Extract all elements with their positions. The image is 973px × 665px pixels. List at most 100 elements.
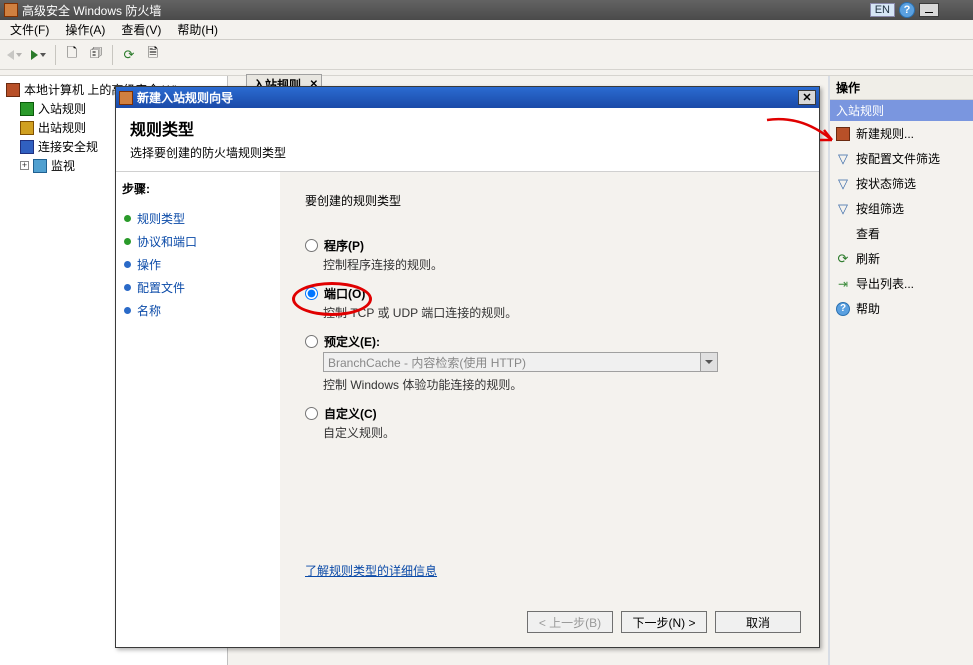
monitor-icon: [33, 159, 47, 173]
main-titlebar: 高级安全 Windows 防火墙 EN ?: [0, 0, 973, 20]
step-rule-type[interactable]: 规则类型: [122, 207, 274, 230]
dialog-close-button[interactable]: ✕: [798, 90, 816, 105]
toolbar-icon-3[interactable]: 🗎: [142, 44, 164, 66]
firewall-icon: [6, 83, 20, 97]
wizard-steps: 步骤: 规则类型 协议和端口 操作 配置文件 名称: [116, 172, 281, 647]
option-predefined[interactable]: 预定义(E):: [305, 333, 795, 350]
filter-icon: ▽: [836, 202, 850, 216]
toolbar-icon-1[interactable]: 🗋: [61, 44, 83, 66]
actions-section: 入站规则: [830, 100, 973, 121]
menu-help[interactable]: 帮助(H): [169, 19, 226, 40]
filter-icon: ▽: [836, 152, 850, 166]
option-custom[interactable]: 自定义(C): [305, 405, 795, 422]
radio-custom[interactable]: [305, 407, 318, 420]
action-export-label: 导出列表...: [856, 275, 914, 292]
option-program[interactable]: 程序(P): [305, 237, 795, 254]
actions-header: 操作: [830, 76, 973, 100]
dialog-heading: 规则类型: [130, 116, 805, 140]
dropdown-icon: [700, 353, 717, 371]
minimize-button[interactable]: [919, 3, 939, 17]
export-icon: ⇥: [836, 277, 850, 291]
step-action[interactable]: 操作: [122, 253, 274, 276]
inbound-icon: [20, 102, 34, 116]
action-filter-profile-label: 按配置文件筛选: [856, 150, 940, 167]
step-rule-type-label: 规则类型: [137, 210, 185, 227]
help-icon[interactable]: ?: [899, 2, 915, 18]
menu-view[interactable]: 查看(V): [113, 19, 169, 40]
option-port[interactable]: 端口(O): [305, 285, 795, 302]
firewall-app-icon: [4, 3, 18, 17]
step-protocol-ports[interactable]: 协议和端口: [122, 230, 274, 253]
outbound-icon: [20, 121, 34, 135]
wizard-buttons: < 上一步(B) 下一步(N) > 取消: [527, 611, 801, 633]
menu-file[interactable]: 文件(F): [2, 19, 57, 40]
option-custom-label: 自定义(C): [324, 405, 377, 422]
refresh-icon: ⟳: [836, 252, 850, 266]
option-program-label: 程序(P): [324, 237, 364, 254]
action-filter-state-label: 按状态筛选: [856, 175, 916, 192]
step-name-label: 名称: [137, 302, 161, 319]
action-new-rule-label: 新建规则...: [856, 125, 914, 142]
wizard-content: 要创建的规则类型 程序(P) 控制程序连接的规则。 端口(O) 控制 TCP 或…: [281, 172, 819, 647]
toolbar: 🗋 🗊 ⟳ 🗎: [0, 40, 973, 70]
tree-outbound-label: 出站规则: [38, 119, 86, 136]
step-profile-label: 配置文件: [137, 279, 185, 296]
nav-forward-button[interactable]: [28, 44, 50, 66]
back-button: < 上一步(B): [527, 611, 613, 633]
action-view-label: 查看: [856, 225, 880, 242]
expand-icon[interactable]: +: [20, 161, 29, 170]
step-action-label: 操作: [137, 256, 161, 273]
new-inbound-rule-wizard: 新建入站规则向导 ✕ 规则类型 选择要创建的防火墙规则类型 步骤: 规则类型 协…: [115, 86, 820, 648]
action-help[interactable]: ? 帮助: [830, 296, 973, 321]
action-filter-profile[interactable]: ▽ 按配置文件筛选: [830, 146, 973, 171]
radio-predefined[interactable]: [305, 335, 318, 348]
help-icon: ?: [836, 302, 850, 316]
action-export[interactable]: ⇥ 导出列表...: [830, 271, 973, 296]
predefined-select-value: BranchCache - 内容检索(使用 HTTP): [328, 354, 526, 371]
action-filter-group-label: 按组筛选: [856, 200, 904, 217]
tree-inbound-label: 入站规则: [38, 100, 86, 117]
tree-connsec-label: 连接安全规: [38, 138, 98, 155]
filter-icon: ▽: [836, 177, 850, 191]
next-button[interactable]: 下一步(N) >: [621, 611, 707, 633]
tree-monitor-label: 监视: [51, 157, 75, 174]
menubar: 文件(F) 操作(A) 查看(V) 帮助(H): [0, 20, 973, 40]
steps-header: 步骤:: [122, 180, 274, 197]
actions-pane: 操作 入站规则 新建规则... ▽ 按配置文件筛选 ▽ 按状态筛选 ▽ 按组筛选…: [828, 76, 973, 665]
step-protocol-label: 协议和端口: [137, 233, 197, 250]
dialog-subheading: 选择要创建的防火墙规则类型: [130, 144, 805, 161]
wizard-question: 要创建的规则类型: [305, 192, 795, 209]
dialog-header: 规则类型 选择要创建的防火墙规则类型: [116, 108, 819, 172]
new-rule-icon: [836, 127, 850, 141]
radio-port[interactable]: [305, 287, 318, 300]
option-port-label: 端口(O): [324, 285, 365, 302]
cancel-button[interactable]: 取消: [715, 611, 801, 633]
toolbar-icon-2[interactable]: 🗊: [85, 44, 107, 66]
action-refresh[interactable]: ⟳ 刷新: [830, 246, 973, 271]
dialog-titlebar[interactable]: 新建入站规则向导 ✕: [116, 87, 819, 108]
action-help-label: 帮助: [856, 300, 880, 317]
action-filter-state[interactable]: ▽ 按状态筛选: [830, 171, 973, 196]
learn-more-link[interactable]: 了解规则类型的详细信息: [305, 562, 437, 579]
option-port-desc: 控制 TCP 或 UDP 端口连接的规则。: [323, 304, 795, 321]
main-title: 高级安全 Windows 防火墙: [22, 2, 161, 19]
option-predefined-desc: 控制 Windows 体验功能连接的规则。: [323, 376, 795, 393]
dialog-title: 新建入站规则向导: [137, 89, 233, 106]
option-custom-desc: 自定义规则。: [323, 424, 795, 441]
action-filter-group[interactable]: ▽ 按组筛选: [830, 196, 973, 221]
action-refresh-label: 刷新: [856, 250, 880, 267]
firewall-icon: [119, 91, 133, 105]
connsec-icon: [20, 140, 34, 154]
toolbar-refresh-icon[interactable]: ⟳: [118, 44, 140, 66]
nav-back-button: [4, 44, 26, 66]
step-profile[interactable]: 配置文件: [122, 276, 274, 299]
radio-program[interactable]: [305, 239, 318, 252]
option-predefined-label: 预定义(E):: [324, 333, 380, 350]
language-indicator[interactable]: EN: [870, 3, 895, 17]
blank-icon: [836, 227, 850, 241]
action-new-rule[interactable]: 新建规则...: [830, 121, 973, 146]
option-program-desc: 控制程序连接的规则。: [323, 256, 795, 273]
action-view[interactable]: 查看: [830, 221, 973, 246]
step-name[interactable]: 名称: [122, 299, 274, 322]
menu-action[interactable]: 操作(A): [57, 19, 113, 40]
